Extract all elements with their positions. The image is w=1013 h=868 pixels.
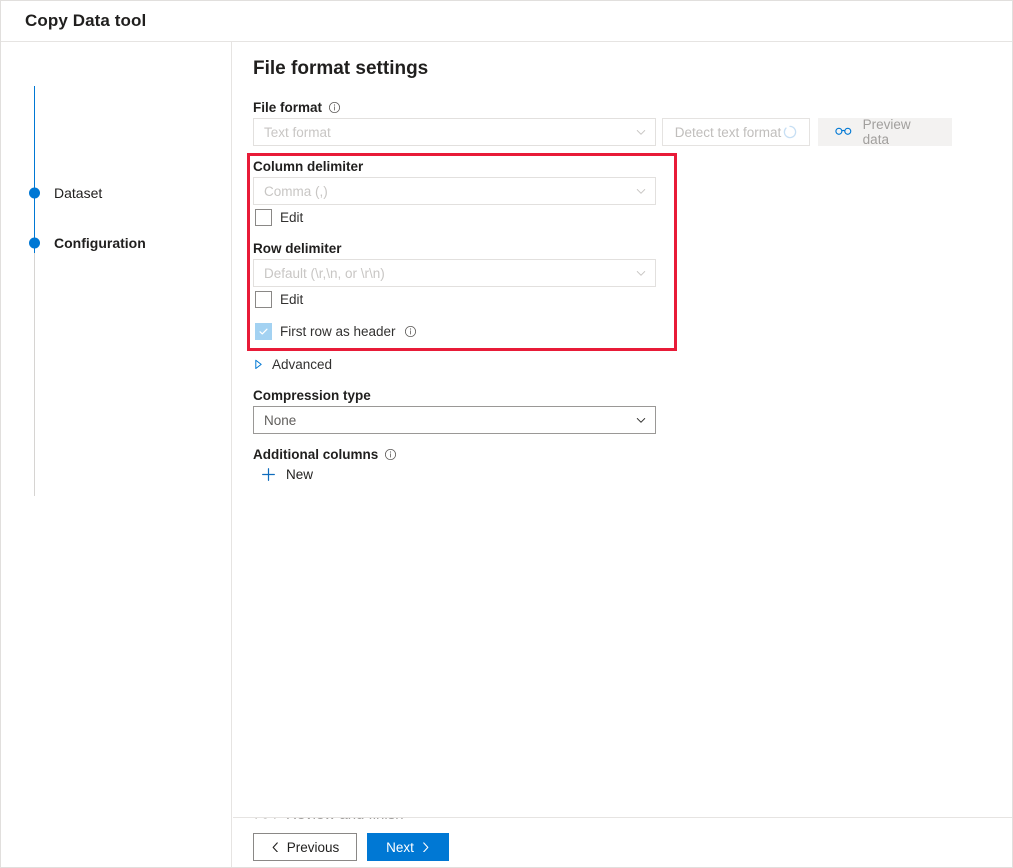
column-delimiter-dropdown: Comma (,): [253, 177, 656, 205]
file-format-label: File format: [253, 100, 341, 115]
info-icon[interactable]: [384, 448, 397, 461]
additional-columns-label-text: Additional columns: [253, 447, 378, 462]
preview-data-label: Preview data: [863, 117, 935, 147]
row-delimiter-label-text: Row delimiter: [253, 241, 342, 256]
next-button-label: Next: [386, 840, 414, 855]
wizard-sidebar: Properties 2 Source Dataset Configuratio…: [1, 42, 232, 867]
sidebar-step-label-dataset: Dataset: [54, 185, 102, 201]
info-icon[interactable]: [328, 101, 341, 114]
column-delimiter-value: Comma (,): [264, 184, 328, 199]
row-delimiter-edit-checkbox[interactable]: [255, 291, 272, 308]
advanced-section-toggle[interactable]: Advanced: [254, 357, 332, 372]
column-delimiter-edit-checkbox[interactable]: [255, 209, 272, 226]
file-format-value: Text format: [264, 125, 331, 140]
chevron-down-icon: [635, 185, 647, 197]
page-title: File format settings: [253, 58, 428, 80]
step-connector-grey: [34, 253, 35, 496]
detect-text-format-button: Detect text format: [662, 118, 810, 146]
add-additional-column-label: New: [286, 467, 313, 482]
main-content-panel: File format settings File format Text fo…: [233, 42, 1012, 818]
additional-columns-label: Additional columns: [253, 447, 397, 462]
step-dot-icon-dataset: [29, 188, 40, 199]
next-button[interactable]: Next: [367, 833, 449, 861]
previous-button-label: Previous: [287, 840, 340, 855]
file-format-label-text: File format: [253, 100, 322, 115]
first-row-as-header-row: First row as header: [255, 323, 417, 340]
plus-icon: [261, 467, 276, 482]
column-delimiter-edit-label: Edit: [280, 210, 303, 225]
row-delimiter-edit-label: Edit: [280, 292, 303, 307]
compression-type-dropdown[interactable]: None: [253, 406, 656, 434]
row-delimiter-value: Default (\r,\n, or \r\n): [264, 266, 385, 281]
window-title: Copy Data tool: [25, 11, 146, 31]
info-icon[interactable]: [404, 325, 417, 338]
row-delimiter-label: Row delimiter: [253, 241, 342, 256]
preview-data-button: Preview data: [818, 118, 952, 146]
chevron-down-icon: [635, 414, 647, 426]
detect-text-format-label: Detect text format: [675, 125, 782, 140]
glasses-icon: [835, 126, 852, 138]
compression-type-label-text: Compression type: [253, 388, 371, 403]
chevron-down-icon: [635, 126, 647, 138]
column-delimiter-edit-checkbox-row[interactable]: Edit: [255, 209, 303, 226]
first-row-as-header-checkbox: [255, 323, 272, 340]
compression-type-label: Compression type: [253, 388, 371, 403]
advanced-label: Advanced: [272, 357, 332, 372]
step-connector-blue-1: [34, 86, 35, 153]
loading-spinner-icon: [783, 125, 797, 139]
step-dot-icon-configuration: [29, 238, 40, 249]
chevron-right-icon: [421, 842, 430, 853]
compression-type-value: None: [264, 413, 296, 428]
chevron-left-icon: [271, 842, 280, 853]
wizard-footer: Previous Next: [233, 819, 1012, 867]
chevron-down-icon: [635, 267, 647, 279]
window-titlebar: Copy Data tool: [1, 1, 1012, 42]
previous-button[interactable]: Previous: [253, 833, 357, 861]
file-format-dropdown: Text format: [253, 118, 656, 146]
add-additional-column-button[interactable]: New: [261, 467, 313, 482]
sidebar-step-label-configuration: Configuration: [54, 235, 146, 251]
chevron-right-icon: [254, 359, 263, 370]
copy-data-tool-window: Copy Data tool Properties 2 Source: [0, 0, 1013, 868]
first-row-as-header-label: First row as header: [280, 324, 396, 339]
row-delimiter-edit-checkbox-row[interactable]: Edit: [255, 291, 303, 308]
column-delimiter-label: Column delimiter: [253, 159, 363, 174]
row-delimiter-dropdown: Default (\r,\n, or \r\n): [253, 259, 656, 287]
column-delimiter-label-text: Column delimiter: [253, 159, 363, 174]
